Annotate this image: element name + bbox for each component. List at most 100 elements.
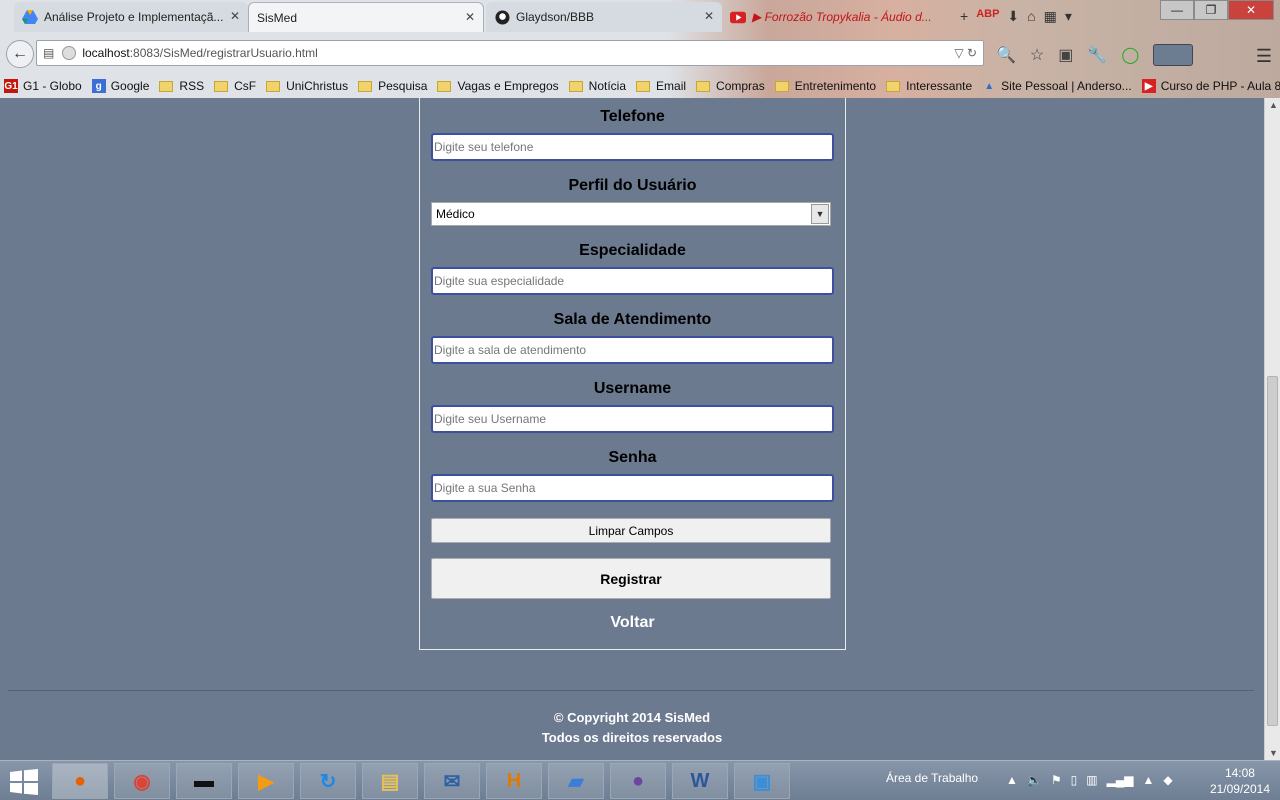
media-player-taskbar-icon[interactable]: ▶ xyxy=(238,763,294,799)
tab-label: Análise Projeto e Implementaçã... xyxy=(44,10,224,24)
home-icon[interactable]: ⌂ xyxy=(1027,8,1035,25)
bookmark-folder[interactable]: Entretenimento xyxy=(774,79,876,93)
chevron-down-icon[interactable]: ▼ xyxy=(811,204,829,224)
tab-label: SisMed xyxy=(257,10,298,25)
close-window-button[interactable]: ✕ xyxy=(1228,0,1274,20)
back-link[interactable]: Voltar xyxy=(420,614,845,632)
chrome-taskbar-icon[interactable]: ◉ xyxy=(114,763,170,799)
globe-icon xyxy=(62,46,77,60)
register-button[interactable]: Registrar xyxy=(431,558,831,599)
flag-icon[interactable]: ⚑ xyxy=(1051,773,1062,787)
signal-icon[interactable]: ▂▄▆ xyxy=(1107,773,1134,787)
bookmarks-bar: G1 G1 - Globo g Google RSS CsF UniChristus… xyxy=(0,74,1280,98)
bookmark-folder[interactable]: RSS xyxy=(159,79,204,93)
minimize-button[interactable]: — xyxy=(1160,0,1194,20)
g1-icon: G1 xyxy=(4,79,18,93)
url-bar[interactable]: ▤ localhost :8083/SisMed/registrarUsuari… xyxy=(36,40,984,66)
sala-label: Sala de Atendimento xyxy=(553,311,712,328)
page-content: Telefone Perfil do Usuário Médico ▼ Espe… xyxy=(0,98,1264,760)
adblock-icon[interactable]: ABP xyxy=(976,8,999,25)
maximize-button[interactable]: ❐ xyxy=(1194,0,1228,20)
clock[interactable]: 14:08 21/09/2014 xyxy=(1210,765,1270,797)
bookmark-item[interactable]: G1 G1 - Globo xyxy=(4,79,82,93)
register-form: Telefone Perfil do Usuário Médico ▼ Espe… xyxy=(419,98,846,650)
bookmark-item[interactable]: g Google xyxy=(91,79,149,93)
scroll-up-icon[interactable]: ▲ xyxy=(1269,100,1278,110)
bookmark-item[interactable]: ▲ Site Pessoal | Anderso... xyxy=(982,79,1131,93)
reload-icon[interactable]: ▽ ↻ xyxy=(954,46,977,60)
folder-icon xyxy=(636,80,651,92)
scrollbar-thumb[interactable] xyxy=(1267,376,1278,726)
image-viewer-taskbar-icon[interactable]: ▣ xyxy=(734,763,790,799)
especialidade-input[interactable] xyxy=(431,267,834,295)
tab-sismed[interactable]: SisMed ✕ xyxy=(248,2,484,32)
bookmark-folder[interactable]: Notícia xyxy=(568,79,626,93)
folder-icon xyxy=(437,80,452,92)
chevron-up-icon[interactable]: ▲ xyxy=(1006,773,1018,787)
nav-icons: 🔍 ☆ ▣ 🔧 ◯ xyxy=(996,44,1194,66)
bookmark-folder[interactable]: CsF xyxy=(214,79,256,93)
senha-input[interactable] xyxy=(431,474,834,502)
github-taskbar-icon[interactable]: ● xyxy=(610,763,666,799)
bookmark-folder[interactable]: Pesquisa xyxy=(358,79,427,93)
bookmark-folder[interactable]: Vagas e Empregos xyxy=(437,79,559,93)
close-tab-icon[interactable]: ✕ xyxy=(230,9,240,23)
telefone-input[interactable] xyxy=(431,133,834,161)
tab-github[interactable]: Glaydson/BBB ✕ xyxy=(486,2,722,32)
extension-button[interactable] xyxy=(1153,44,1194,66)
footer-copyright: © Copyright 2014 SisMed xyxy=(553,710,711,725)
file-explorer-taskbar-icon[interactable]: ▤ xyxy=(362,763,418,799)
close-tab-icon[interactable]: ✕ xyxy=(465,10,475,24)
especialidade-label: Especialidade xyxy=(579,242,686,259)
window-controls: — ❐ ✕ xyxy=(1160,0,1274,20)
clear-fields-button[interactable]: Limpar Campos xyxy=(431,518,831,543)
url-host: localhost xyxy=(82,46,130,60)
drive-icon[interactable]: ▲ xyxy=(1143,773,1155,787)
sync-app-taskbar-icon[interactable]: ↻ xyxy=(300,763,356,799)
youtube-icon: ▶ xyxy=(1141,79,1156,93)
windows-start-icon[interactable] xyxy=(10,769,40,795)
new-tab-icon[interactable]: + xyxy=(960,8,968,25)
thunderbird-taskbar-icon[interactable]: ✉ xyxy=(424,763,480,799)
bookmark-item[interactable]: ▶Curso de PHP - Aula 8 ... xyxy=(1141,79,1280,93)
star-icon[interactable]: ☆ xyxy=(1030,45,1044,65)
battery-icon[interactable]: ▯ xyxy=(1071,773,1078,787)
dropbox-icon[interactable]: ◆ xyxy=(1163,773,1172,787)
terminal-taskbar-icon[interactable]: ▬ xyxy=(176,763,232,799)
tab-youtube[interactable]: ▶ Forrozão Tropykalia - Áudio d... xyxy=(722,2,962,32)
close-tab-icon[interactable]: ✕ xyxy=(704,9,714,23)
back-button[interactable]: ← xyxy=(6,40,34,68)
tab-strip: Análise Projeto e Implementaçã... ✕ SisM… xyxy=(0,0,1280,32)
bookmark-folder[interactable]: UniChristus xyxy=(266,79,348,93)
folder-icon xyxy=(358,80,373,92)
sala-input[interactable] xyxy=(431,336,834,364)
grid-icon[interactable]: ▦ xyxy=(1044,8,1057,25)
system-tray: ▲ 🔈 ⚑ ▯ ▥ ▂▄▆ ▲ ◆ xyxy=(1006,773,1173,787)
wrench-icon[interactable]: 🔧 xyxy=(1087,45,1107,65)
tab-analise[interactable]: Análise Projeto e Implementaçã... ✕ xyxy=(14,2,248,32)
download-icon[interactable]: ⬇ xyxy=(1007,8,1019,25)
volume-icon[interactable]: 🔈 xyxy=(1027,773,1042,787)
bookmark-folder[interactable]: Email xyxy=(636,79,686,93)
page-icon: ▤ xyxy=(43,46,55,60)
scroll-down-icon[interactable]: ▼ xyxy=(1269,748,1278,758)
device-icon[interactable]: ▥ xyxy=(1086,773,1097,787)
username-input[interactable] xyxy=(431,405,834,433)
page-scrollbar[interactable]: ▲ ▼ xyxy=(1264,98,1280,760)
folder-icon xyxy=(696,80,711,92)
word-taskbar-icon[interactable]: W xyxy=(672,763,728,799)
book-taskbar-icon[interactable]: ▰ xyxy=(548,763,604,799)
bookmark-folder[interactable]: Compras xyxy=(696,79,765,93)
chevron-down-icon[interactable]: ▾ xyxy=(1065,8,1072,25)
search-icon[interactable]: 🔍 xyxy=(996,45,1016,65)
firefox-taskbar-icon[interactable]: ● xyxy=(52,763,108,799)
clock-date: 21/09/2014 xyxy=(1209,782,1270,796)
perfil-select[interactable]: Médico ▼ xyxy=(431,202,831,226)
clipboard-icon[interactable]: ▣ xyxy=(1058,45,1073,65)
h-app-taskbar-icon[interactable]: H xyxy=(486,763,542,799)
menu-icon[interactable]: ☰ xyxy=(1256,46,1272,67)
bookmark-folder[interactable]: Interessante xyxy=(886,79,972,93)
navigation-bar: ← ▤ localhost :8083/SisMed/registrarUsua… xyxy=(0,36,1280,72)
sync-icon[interactable]: ◯ xyxy=(1121,45,1139,65)
desktop-toolbar-label[interactable]: Área de Trabalho xyxy=(886,771,978,785)
